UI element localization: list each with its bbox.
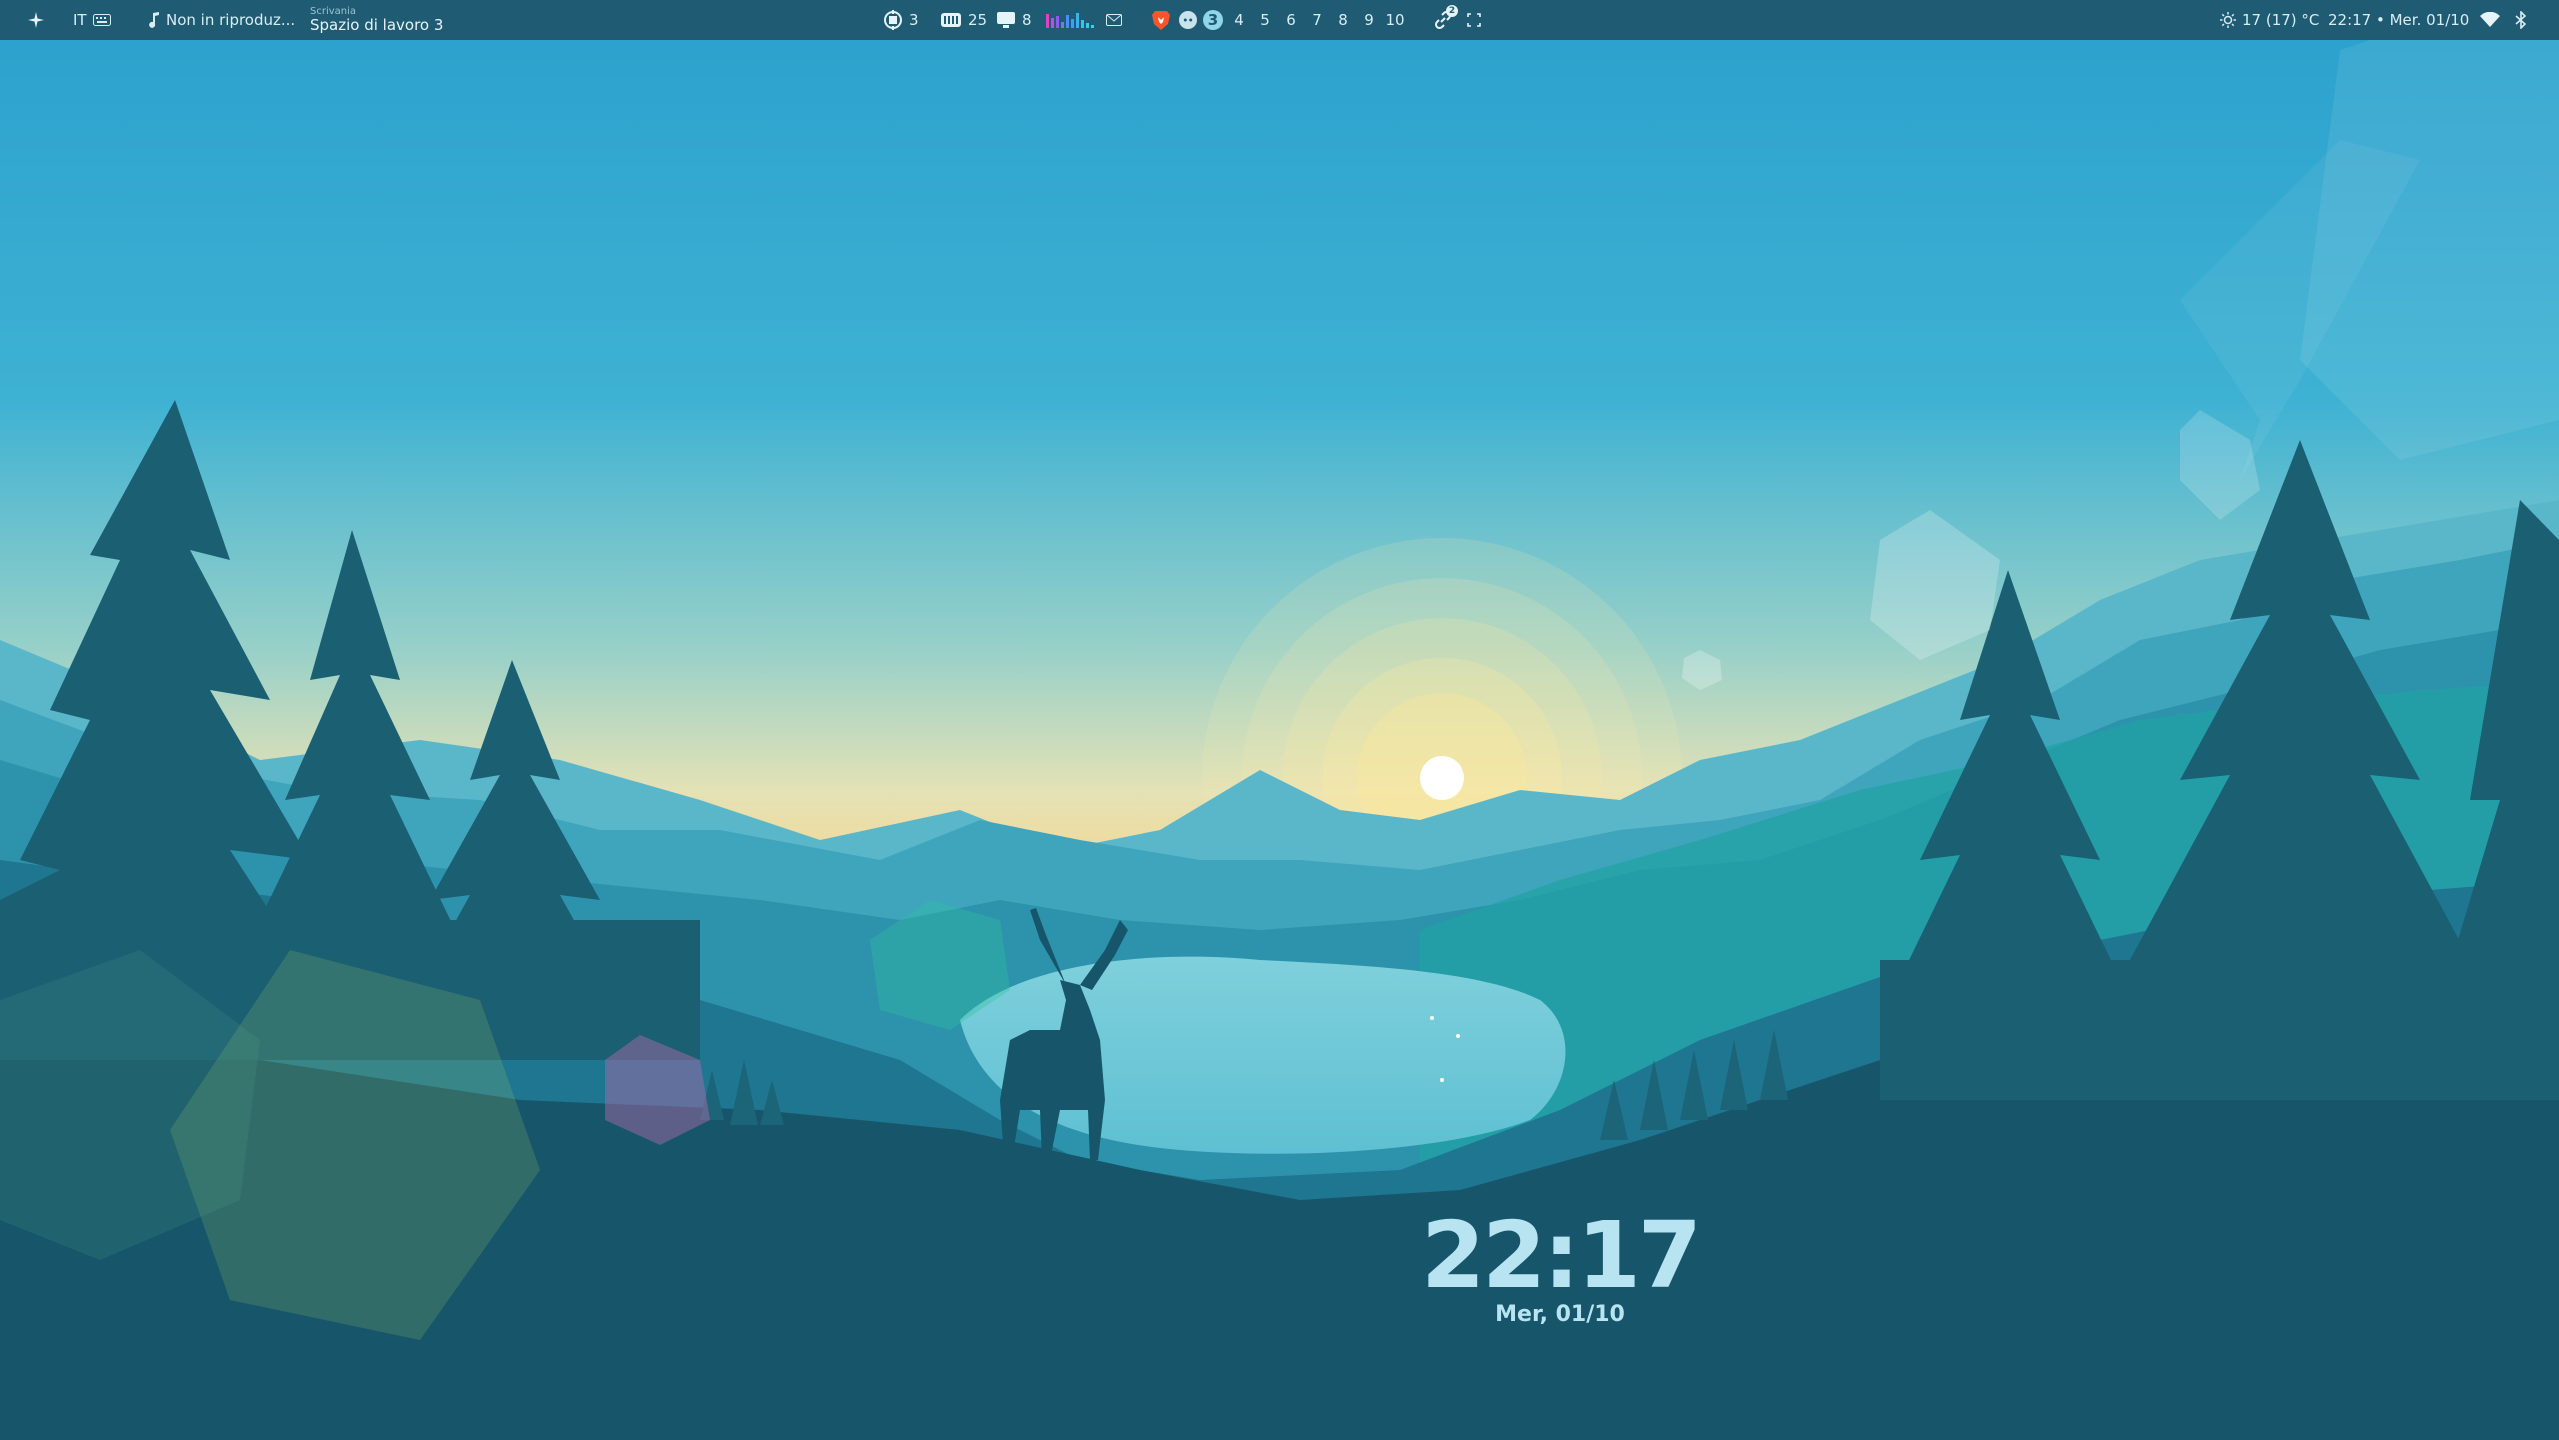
workspace-4-button[interactable]: 4 <box>1226 11 1252 29</box>
desktop-clock-time: 22:17 <box>1421 1202 1702 1309</box>
weather-text: 17 (17) °C <box>2242 11 2320 29</box>
ram-stat[interactable]: 25 <box>940 0 987 40</box>
media-status: Non in riproduz... <box>166 11 296 29</box>
workspace-title: Scrivania Spazio di lavoro 3 <box>310 0 443 40</box>
clock-widget[interactable]: 22:17 • Mer. 01/10 <box>2328 0 2469 40</box>
datetime-text: 22:17 • Mer. 01/10 <box>2328 11 2470 29</box>
mail-icon <box>1106 14 1122 26</box>
media-player-widget[interactable]: Non in riproduz... <box>148 0 295 40</box>
music-note-icon <box>148 12 160 28</box>
sparkle-icon <box>28 12 44 28</box>
ram-value: 25 <box>968 11 988 29</box>
gpu-value: 8 <box>1022 11 1032 29</box>
keyboard-layout-label: IT <box>73 11 87 29</box>
keyboard-icon <box>92 14 111 26</box>
screenshot-icon <box>1467 13 1481 27</box>
bluetooth-icon <box>2515 11 2527 29</box>
cpu-stat[interactable]: 3 <box>883 0 919 40</box>
workspace-6-button[interactable]: 6 <box>1278 11 1304 29</box>
cpu-value: 3 <box>909 11 919 29</box>
desktop-wallpaper <box>0 0 2559 1440</box>
desktop-clock-date: Mer, 01/10 <box>1495 1302 1625 1327</box>
memory-icon <box>940 10 962 30</box>
workspace-switcher: 3 4 5 6 7 8 9 10 <box>1200 0 1408 40</box>
mail-button[interactable] <box>1106 0 1122 40</box>
top-bar: IT Non in riproduz... Scrivania Spazio d… <box>0 0 2559 40</box>
keyboard-layout-indicator[interactable]: IT <box>73 0 111 40</box>
launcher-button[interactable] <box>28 0 44 40</box>
link-notification-icon: 2 <box>1434 5 1458 29</box>
weather-widget[interactable]: 17 (17) °C <box>2220 0 2319 40</box>
workspace-3-button[interactable]: 3 <box>1203 10 1223 30</box>
gpu-stat[interactable]: 8 <box>996 0 1032 40</box>
workspace-7-button[interactable]: 7 <box>1304 11 1330 29</box>
workspace-8-button[interactable]: 8 <box>1330 11 1356 29</box>
sun-icon <box>2220 12 2236 28</box>
wifi-icon <box>2480 12 2500 28</box>
cpu-icon <box>883 10 903 30</box>
screenshot-button[interactable] <box>1467 0 1481 40</box>
bluetooth-button[interactable] <box>2515 0 2527 40</box>
discord-icon <box>1179 11 1197 29</box>
monitor-icon <box>996 11 1016 29</box>
brave-browser-button[interactable] <box>1152 0 1170 40</box>
workspace-10-button[interactable]: 10 <box>1382 11 1408 29</box>
audio-visualizer <box>1046 0 1094 40</box>
workspace-9-button[interactable]: 9 <box>1356 11 1382 29</box>
discord-button[interactable] <box>1179 0 1197 40</box>
workspace-5-button[interactable]: 5 <box>1252 11 1278 29</box>
notification-badge: 2 <box>1446 5 1458 17</box>
wifi-button[interactable] <box>2480 0 2500 40</box>
audio-visualizer-icon <box>1046 12 1094 28</box>
notifications-button[interactable]: 2 <box>1434 0 1458 40</box>
brave-browser-icon <box>1152 10 1170 30</box>
workspace-name: Spazio di lavoro 3 <box>310 16 444 34</box>
